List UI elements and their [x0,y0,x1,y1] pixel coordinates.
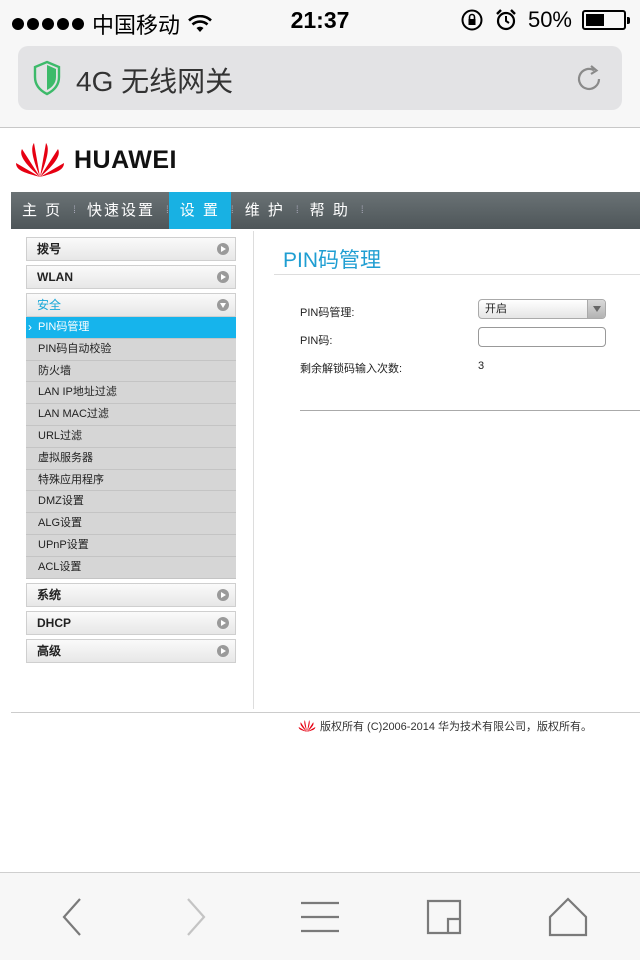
shield-icon [33,60,61,96]
sidebar-item-virtual-server[interactable]: 虚拟服务器 [26,447,236,470]
sidebar-item-alg[interactable]: ALG设置 [26,513,236,535]
sidebar-section-label: 安全 [37,298,62,312]
footer: 版权所有 (C)2006-2014 华为技术有限公司，版权所有。 [298,718,592,734]
sidebar-section-system[interactable]: 系统 [26,582,236,607]
sidebar-section-label: WLAN [37,270,73,284]
copyright-text: 版权所有 (C)2006-2014 华为技术有限公司，版权所有。 [320,721,592,733]
pin-management-select[interactable]: 开启 [478,299,606,319]
sidebar-item-upnp[interactable]: UPnP设置 [26,534,236,557]
title-divider [274,274,640,275]
battery-icon [582,10,630,30]
sidebar-section-label: 系统 [37,587,62,602]
alarm-icon [496,9,516,31]
pin-management-label: PIN码管理: [300,307,355,319]
main-content: PIN码管理 [283,244,640,274]
home-icon[interactable] [546,895,590,939]
sidebar-section-dial[interactable]: 拨号 [26,237,236,261]
brand-name: HUAWEI [74,145,177,174]
back-icon[interactable] [50,895,94,939]
browser-header: 4G 无线网关 [0,40,640,128]
page-title: PIN码管理 [283,249,382,272]
top-nav: 主 页 ⁞ 快速设置 ⁞ 设 置 ⁞ 维 护 ⁞ 帮 助 ⁞ [11,192,640,229]
remaining-attempts-value: 3 [478,360,485,372]
sidebar-section-security[interactable]: 安全 [26,293,236,317]
sidebar-item-dmz[interactable]: DMZ设置 [26,491,236,514]
sidebar-section-label: 拨号 [37,242,62,256]
chevron-right-icon [217,616,229,629]
pin-label: PIN码: [300,335,333,347]
pin-form: PIN码管理: 开启 PIN码: 剩余解锁码输入次数: 3 [300,299,630,383]
footer-divider [11,712,640,713]
sidebar-item-firewall[interactable]: 防火墙 [26,360,236,383]
sidebar-section-advanced[interactable]: 高级 [26,638,236,663]
status-right: 50% [460,7,630,33]
chevron-down-icon [217,299,229,311]
sidebar-item-pin-auto-verify[interactable]: PIN码自动校验 [26,338,236,361]
sidebar-item-lan-ip-filter[interactable]: LAN IP地址过滤 [26,382,236,405]
pin-input[interactable] [478,327,606,347]
chevron-right-icon [217,271,229,283]
form-row-pin: PIN码: [300,327,630,355]
nav-home[interactable]: 主 页 [11,192,73,229]
chevron-down-icon [587,300,605,318]
sidebar-item-special-apps[interactable]: 特殊应用程序 [26,469,236,492]
nav-separator: ⁞ [360,205,364,216]
sidebar-divider [253,231,254,709]
huawei-flower-icon [16,143,64,177]
sidebar-section-wlan[interactable]: WLAN [26,265,236,289]
nav-settings[interactable]: 设 置 [168,192,231,229]
huawei-flower-icon [298,720,316,732]
nav-maintenance[interactable]: 维 护 [234,192,296,229]
reload-icon[interactable] [572,62,606,96]
remaining-attempts-label: 剩余解锁码输入次数: [300,363,403,375]
nav-help[interactable]: 帮 助 [299,192,361,229]
sidebar-section-label: 高级 [37,643,62,658]
sidebar-item-pin-management[interactable]: PIN码管理 [26,317,236,339]
page-title-bar: 4G 无线网关 [76,66,234,97]
web-page: HUAWEI 主 页 ⁞ 快速设置 ⁞ 设 置 ⁞ 维 护 ⁞ 帮 助 ⁞ 拨号… [0,129,640,871]
security-submenu: PIN码管理 PIN码自动校验 防火墙 LAN IP地址过滤 LAN MAC过滤… [26,317,236,579]
form-row-pin-management: PIN码管理: 开启 [300,299,630,327]
sidebar-item-url-filter[interactable]: URL过滤 [26,425,236,448]
nav-quick-setup[interactable]: 快速设置 [76,192,166,229]
sidebar-section-label: DHCP [37,615,72,630]
forward-icon[interactable] [174,895,218,939]
sidebar-section-dhcp[interactable]: DHCP [26,610,236,635]
tabs-icon[interactable] [422,895,466,939]
sidebar-item-lan-mac-filter[interactable]: LAN MAC过滤 [26,404,236,426]
bookmarks-icon[interactable] [298,895,342,939]
form-divider [300,410,640,411]
chevron-right-icon [217,644,229,657]
address-bar[interactable]: 4G 无线网关 [18,46,622,110]
rotation-lock-icon [461,9,483,31]
pin-management-selected: 开启 [485,303,507,315]
huawei-logo: HUAWEI [14,141,177,179]
status-bar: 中国移动 21:37 50% [0,0,640,40]
chevron-right-icon [217,243,229,255]
battery-percent: 50% [527,7,572,32]
sidebar: 拨号 WLAN 安全 PIN码管理 PIN码自动校验 防火墙 LAN IP地址过… [26,237,236,667]
chevron-right-icon [217,588,229,601]
sidebar-item-acl[interactable]: ACL设置 [26,556,236,579]
browser-toolbar [0,872,640,960]
form-row-remaining: 剩余解锁码输入次数: 3 [300,355,630,383]
